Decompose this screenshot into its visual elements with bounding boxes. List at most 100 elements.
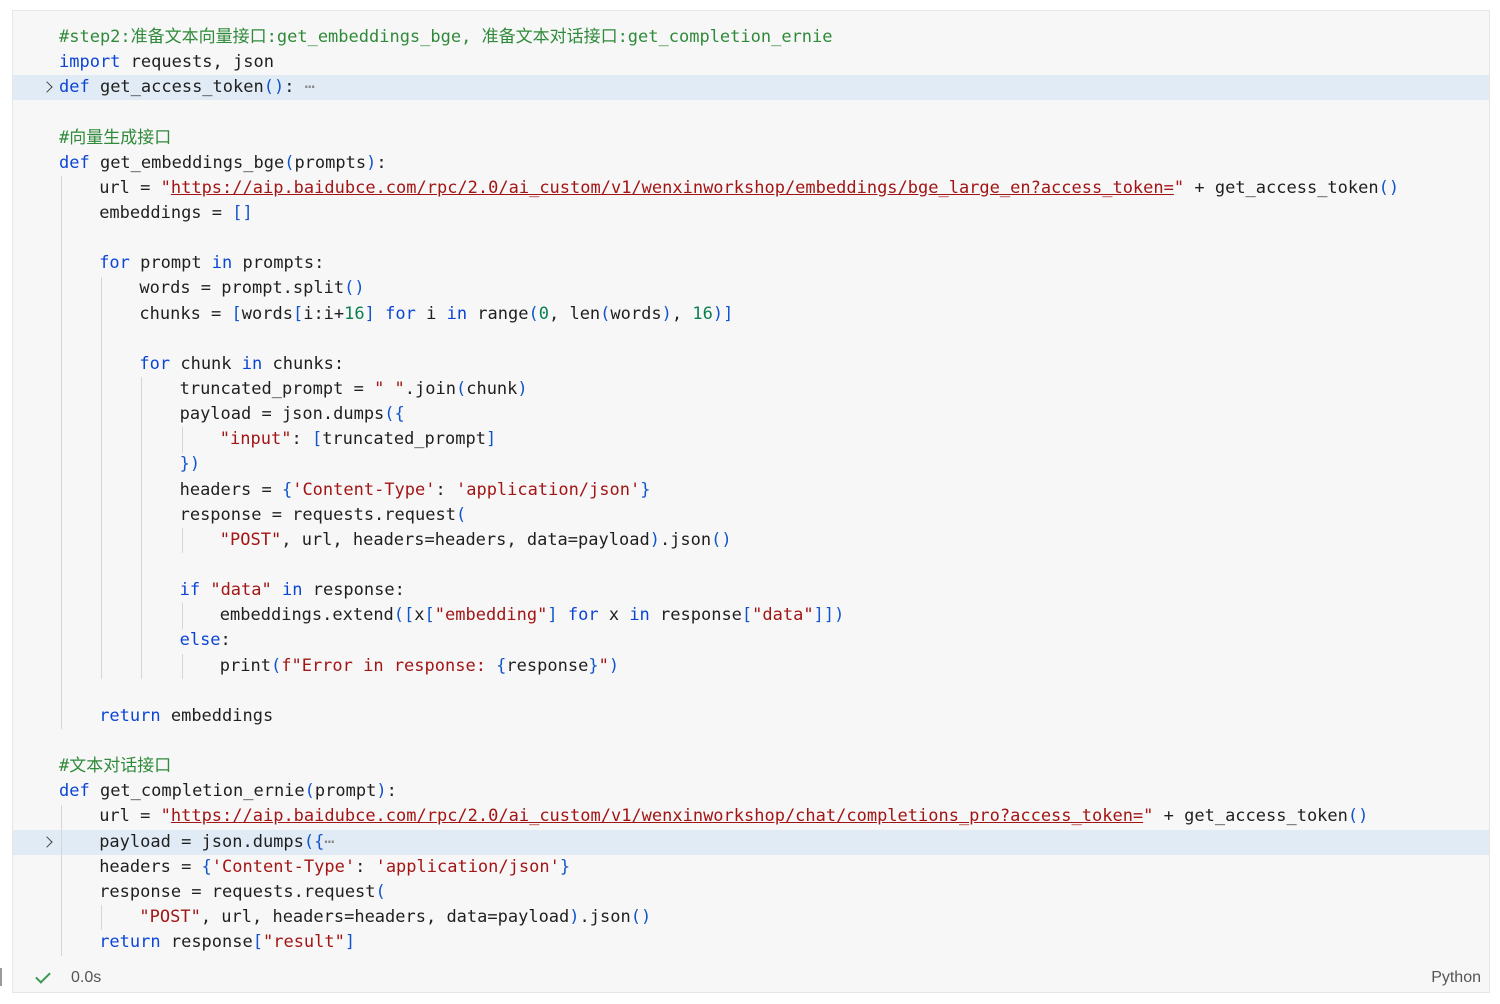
indent-guide [181, 528, 183, 554]
code-token: ) [517, 378, 528, 399]
code-token: url = [99, 806, 161, 827]
code-token: : [284, 77, 295, 98]
code-line[interactable] [13, 226, 1489, 251]
code-line[interactable]: def get_access_token(): ⋯ [13, 75, 1489, 101]
code-token: response [506, 655, 589, 676]
code-token: [ [252, 932, 263, 953]
code-line-text: embeddings.extend([x["embedding"] for x … [220, 603, 845, 628]
code-token: ] [485, 429, 497, 450]
code-line-text: headers = {'Content-Type': 'application/… [99, 855, 570, 880]
code-line-text: "POST", url, headers=headers, data=paylo… [139, 905, 651, 930]
indent-guide [181, 427, 183, 453]
code-line[interactable]: for prompt in prompts: [13, 251, 1489, 276]
code-line-text: def get_embeddings_bge(prompts): [59, 151, 387, 176]
code-token: headers = [99, 856, 202, 877]
code-line[interactable]: url = "https://aip.baidubce.com/rpc/2.0/… [13, 804, 1489, 829]
code-token: [ [424, 605, 435, 626]
code-line[interactable] [13, 729, 1489, 754]
cell-gutter-marker [0, 968, 2, 986]
code-token: response = requests.request [179, 504, 456, 525]
code-token: ) [376, 781, 387, 802]
code-line[interactable]: "input": [truncated_prompt] [13, 427, 1489, 452]
chevron-right-icon[interactable] [41, 75, 55, 100]
code-line[interactable]: "POST", url, headers=headers, data=paylo… [13, 528, 1489, 553]
code-token: for [567, 605, 599, 626]
code-token: "data" [752, 605, 814, 626]
code-line[interactable]: words = prompt.split() [13, 276, 1489, 301]
code-line[interactable] [13, 679, 1489, 704]
code-token: [ [231, 303, 242, 324]
code-line[interactable]: if "data" in response: [13, 578, 1489, 603]
code-token: ( [375, 881, 386, 902]
code-token: prompt [314, 781, 377, 802]
code-line-text: chunks = [words[i:i+16] for i in range(0… [139, 302, 733, 327]
code-token: in [446, 303, 468, 324]
code-line[interactable]: embeddings.extend([x["embedding"] for x … [13, 603, 1489, 628]
code-token: get_access_token [89, 77, 264, 98]
code-line-text: "POST", url, headers=headers, data=paylo… [220, 528, 732, 553]
code-token[interactable]: https://aip.baidubce.com/rpc/2.0/ai_cust… [171, 178, 1174, 198]
code-line[interactable]: headers = {'Content-Type': 'application/… [13, 478, 1489, 503]
code-line[interactable]: "POST", url, headers=headers, data=paylo… [13, 905, 1489, 930]
code-line[interactable]: url = "https://aip.baidubce.com/rpc/2.0/… [13, 176, 1489, 201]
code-editor[interactable]: #step2:准备文本向量接口:get_embeddings_bge, 准备文本… [13, 25, 1489, 956]
code-line[interactable]: embeddings = [] [13, 201, 1489, 226]
code-line-text: #文本对话接口 [59, 754, 171, 779]
code-line[interactable]: import requests, json [13, 50, 1489, 75]
code-line[interactable]: headers = {'Content-Type': 'application/… [13, 855, 1489, 880]
code-token: { [281, 479, 293, 500]
code-line[interactable]: response = requests.request( [13, 503, 1489, 528]
code-token: #step2:准备文本向量接口:get_embeddings_bge, 准备文本… [59, 27, 833, 47]
code-line[interactable]: return response["result"] [13, 930, 1489, 955]
code-line[interactable]: print(f"Error in response: {response}") [13, 654, 1489, 679]
code-line[interactable]: def get_embeddings_bge(prompts): [13, 151, 1489, 176]
code-token: } [559, 856, 571, 877]
code-token: print [219, 655, 271, 676]
code-line[interactable]: chunks = [words[i:i+16] for i in range(0… [13, 302, 1489, 327]
code-line[interactable]: #向量生成接口 [13, 126, 1489, 151]
code-token: () [263, 77, 285, 98]
code-token: : [376, 152, 387, 173]
code-token: get_embeddings_bge [89, 152, 285, 173]
code-token: .json [659, 529, 712, 550]
chevron-right-icon[interactable] [41, 830, 55, 855]
code-line-text: embeddings = [] [99, 201, 253, 226]
code-token: "POST" [219, 529, 282, 550]
code-token: )] [712, 303, 734, 324]
code-line[interactable]: for chunk in chunks: [13, 352, 1489, 377]
code-line-text: payload = json.dumps({ [180, 402, 405, 427]
code-line[interactable]: return embeddings [13, 704, 1489, 729]
code-token: , len [548, 303, 601, 324]
code-token: for [99, 253, 130, 274]
code-token: "embedding" [434, 605, 548, 626]
code-line[interactable] [13, 327, 1489, 352]
code-line[interactable]: #step2:准备文本向量接口:get_embeddings_bge, 准备文本… [13, 25, 1489, 50]
code-token: 'application/json' [455, 479, 641, 500]
code-token: in [241, 353, 263, 374]
code-token: ) [661, 303, 672, 324]
code-line[interactable] [13, 100, 1489, 125]
code-line[interactable]: #文本对话接口 [13, 754, 1489, 779]
code-token: 0 [538, 303, 549, 324]
code-token: () [344, 278, 365, 299]
code-token[interactable]: https://aip.baidubce.com/rpc/2.0/ai_cust… [171, 806, 1143, 826]
code-line[interactable]: truncated_prompt = " ".join(chunk) [13, 377, 1489, 402]
cell-language-label[interactable]: Python [1431, 969, 1481, 987]
check-icon [35, 969, 51, 985]
indent-guide [61, 804, 62, 956]
code-line[interactable]: payload = json.dumps({⋯ [13, 829, 1489, 855]
code-line[interactable] [13, 553, 1489, 578]
code-line-text: words = prompt.split() [139, 276, 364, 301]
code-line[interactable]: payload = json.dumps({ [13, 402, 1489, 427]
notebook-code-cell[interactable]: #step2:准备文本向量接口:get_embeddings_bge, 准备文本… [12, 10, 1490, 993]
code-line[interactable]: def get_completion_ernie(prompt): [13, 779, 1489, 804]
code-token: ]]) [813, 605, 845, 626]
code-line[interactable]: }) [13, 452, 1489, 477]
code-token: ( [304, 781, 315, 802]
code-line[interactable]: response = requests.request( [13, 880, 1489, 905]
code-line[interactable]: else: [13, 628, 1489, 653]
code-line-text: for prompt in prompts: [99, 251, 324, 276]
code-line-text: def get_completion_ernie(prompt): [59, 779, 397, 804]
